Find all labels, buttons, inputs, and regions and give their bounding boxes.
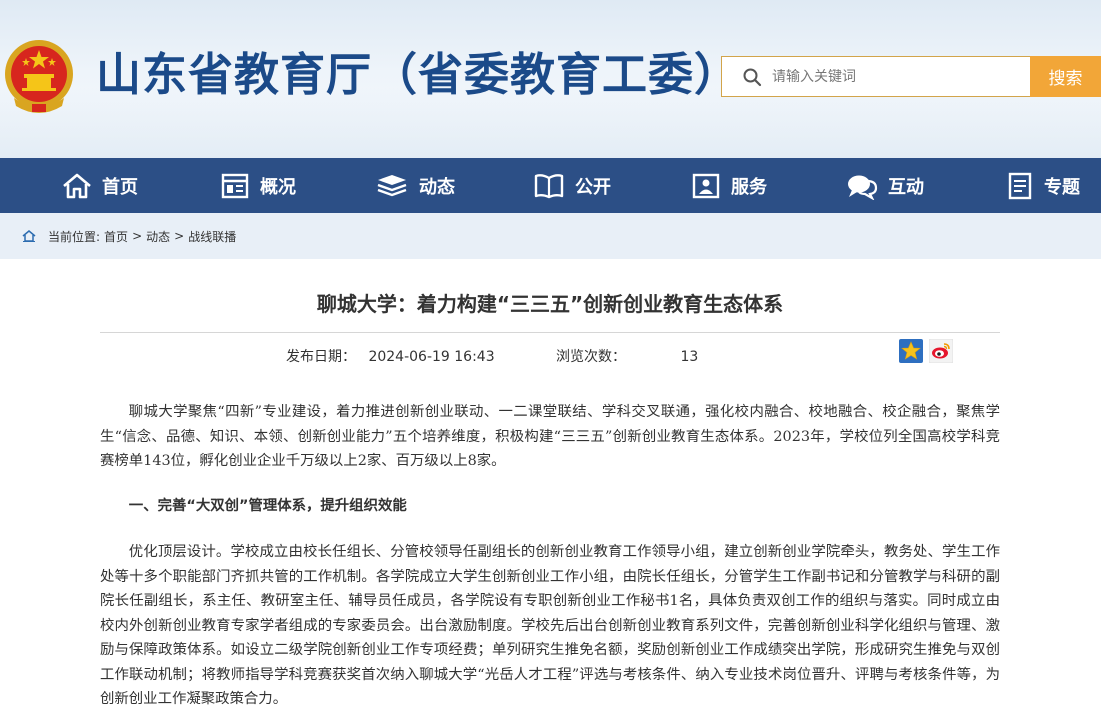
breadcrumb-prefix: 当前位置:	[48, 229, 101, 244]
overview-icon	[221, 173, 249, 198]
article-body: 聊城大学聚焦“四新”专业建设，着力推进创新创业联动、一二课堂联结、学科交叉联通，…	[100, 400, 1000, 710]
article-paragraph: 聊城大学聚焦“四新”专业建设，着力推进创新创业联动、一二课堂联结、学科交叉联通，…	[100, 404, 1000, 469]
article-section-heading: 一、完善“大双创”管理体系，提升组织效能	[128, 497, 407, 514]
home-icon	[63, 173, 91, 198]
main-nav: 首页 概况 动态 公开 服务 互动 专题	[0, 158, 1101, 213]
search-button[interactable]: 搜索	[1030, 56, 1101, 97]
publish-date: 发布日期： 2024-06-19 16:43	[286, 346, 495, 366]
search-field[interactable]	[721, 56, 1031, 97]
book-icon	[534, 173, 564, 198]
search-icon	[743, 68, 762, 86]
breadcrumb-link-frontline[interactable]: 战线联播	[188, 228, 236, 245]
nav-item-overview[interactable]: 概况	[220, 158, 296, 213]
breadcrumb: 当前位置: 首页 > 动态 > 战线联播	[0, 213, 1101, 259]
national-emblem-icon	[5, 40, 73, 113]
nav-label: 专题	[1044, 176, 1080, 198]
nav-label: 概况	[260, 176, 296, 198]
nav-label: 互动	[888, 176, 924, 198]
home-small-icon	[22, 230, 36, 242]
article-title: 聊城大学：着力构建“三三五”创新创业教育生态体系	[316, 292, 784, 316]
nav-label: 动态	[419, 176, 455, 198]
star-favorite-icon[interactable]	[899, 339, 923, 363]
nav-item-news[interactable]: 动态	[375, 158, 455, 213]
nav-item-interact[interactable]: 互动	[846, 158, 924, 213]
nav-label: 公开	[575, 176, 611, 198]
breadcrumb-link-home[interactable]: 首页	[104, 228, 128, 245]
site-header: 山东省教育厅（省委教育工委） 搜索	[0, 0, 1101, 158]
nav-item-home[interactable]: 首页	[62, 158, 138, 213]
document-icon	[1008, 172, 1032, 199]
news-stack-icon	[377, 174, 407, 196]
weibo-icon[interactable]	[929, 339, 953, 363]
service-icon	[692, 173, 720, 198]
chat-icon	[848, 175, 878, 200]
view-count-value: 13	[680, 349, 699, 365]
nav-label: 服务	[731, 176, 767, 198]
view-count-label: 浏览次数：	[556, 349, 626, 365]
title-divider	[100, 332, 1000, 333]
nav-item-topics[interactable]: 专题	[1006, 158, 1080, 213]
view-count: 浏览次数： 13	[556, 346, 698, 366]
nav-item-service[interactable]: 服务	[691, 158, 767, 213]
nav-label: 首页	[102, 176, 138, 198]
publish-date-value: 2024-06-19 16:43	[368, 349, 495, 365]
breadcrumb-link-news[interactable]: 动态	[146, 228, 170, 245]
breadcrumb-separator: >	[174, 229, 185, 243]
breadcrumb-separator: >	[132, 229, 143, 243]
publish-date-label: 发布日期：	[286, 349, 356, 365]
nav-item-public[interactable]: 公开	[533, 158, 611, 213]
article-paragraph: 优化顶层设计。学校成立由校长任组长、分管校领导任副组长的创新创业教育工作领导小组…	[100, 544, 1000, 707]
site-title: 山东省教育厅（省委教育工委）	[96, 48, 741, 101]
search-input[interactable]	[772, 68, 1012, 85]
